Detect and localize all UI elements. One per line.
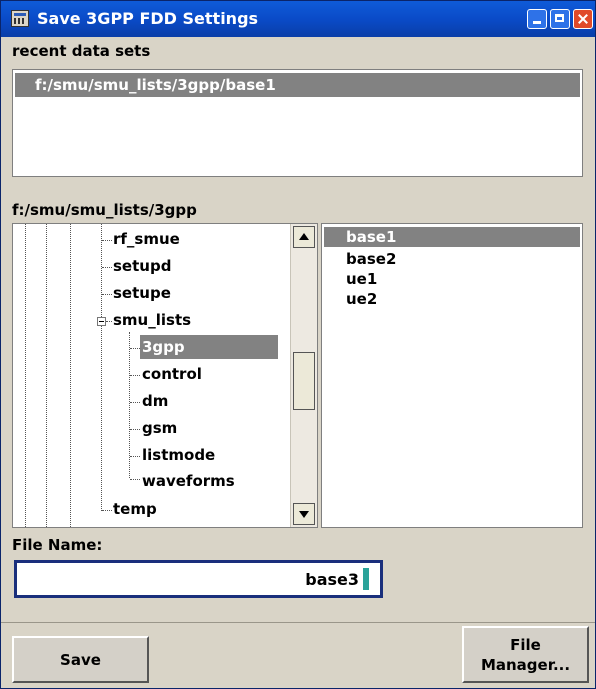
tree-guide-line (25, 224, 26, 527)
close-icon[interactable] (573, 9, 593, 29)
tree-connector (130, 375, 140, 376)
tree-item-temp[interactable]: temp (113, 497, 157, 521)
text-cursor (363, 568, 369, 590)
save-button-label: Save (60, 650, 101, 669)
directory-tree[interactable]: rf_smue setupd setupe smu_lists 3gpp con… (12, 223, 318, 528)
window-title: Save 3GPP FDD Settings (37, 9, 259, 28)
app-icon (11, 10, 29, 27)
file-manager-label-line2: Manager... (480, 655, 571, 674)
file-item-base2[interactable]: base2 (324, 249, 580, 269)
file-name-field[interactable] (14, 560, 383, 598)
file-manager-label-line1: File (510, 635, 541, 654)
tree-item-setupd[interactable]: setupd (113, 254, 171, 278)
tree-connector (130, 456, 140, 457)
tree-guide-line (70, 224, 71, 527)
tree-guide-line (46, 224, 47, 527)
scroll-down-icon[interactable] (293, 503, 315, 525)
file-name-input[interactable] (19, 565, 359, 593)
file-manager-button[interactable]: File Manager... (462, 626, 589, 683)
file-list[interactable]: base1 base2 ue1 ue2 (321, 223, 583, 528)
save-button[interactable]: Save (12, 636, 149, 683)
minimize-icon[interactable] (527, 9, 547, 29)
title-bar[interactable]: Save 3GPP FDD Settings (1, 1, 595, 37)
tree-item-smu-lists[interactable]: smu_lists (113, 308, 191, 332)
tree-item-setupe[interactable]: setupe (113, 281, 171, 305)
recent-item[interactable]: f:/smu/smu_lists/3gpp/base1 (15, 73, 580, 97)
scroll-thumb[interactable] (293, 352, 315, 410)
tree-item-waveforms[interactable]: waveforms (142, 469, 235, 493)
recent-data-sets-label: recent data sets (12, 42, 151, 60)
tree-item-listmode[interactable]: listmode (142, 443, 215, 467)
file-item-ue2[interactable]: ue2 (324, 289, 580, 309)
tree-connector (102, 240, 112, 241)
tree-connector (106, 321, 112, 322)
file-name-label: File Name: (12, 536, 103, 554)
tree-connector (130, 429, 140, 430)
tree-item-gsm[interactable]: gsm (142, 416, 177, 440)
tree-connector (130, 479, 140, 480)
current-path-label: f:/smu/smu_lists/3gpp (12, 201, 197, 219)
tree-item-rf-smue[interactable]: rf_smue (113, 227, 180, 251)
divider (1, 622, 595, 623)
file-item-ue1[interactable]: ue1 (324, 269, 580, 289)
recent-data-sets-list[interactable]: f:/smu/smu_lists/3gpp/base1 (12, 69, 583, 177)
tree-connector (102, 294, 112, 295)
tree-connector (102, 510, 112, 511)
tree-item-dm[interactable]: dm (142, 389, 168, 413)
tree-scrollbar[interactable] (290, 224, 317, 527)
tree-connector (102, 267, 112, 268)
scroll-up-icon[interactable] (293, 226, 315, 248)
tree-connector (130, 348, 140, 349)
maximize-icon[interactable] (550, 9, 570, 29)
collapse-icon[interactable] (97, 317, 106, 326)
save-settings-dialog: Save 3GPP FDD Settings recent data sets … (0, 0, 596, 689)
tree-item-3gpp[interactable]: 3gpp (140, 335, 278, 359)
tree-connector (130, 402, 140, 403)
tree-item-control[interactable]: control (142, 362, 202, 386)
file-item-base1[interactable]: base1 (324, 227, 580, 247)
